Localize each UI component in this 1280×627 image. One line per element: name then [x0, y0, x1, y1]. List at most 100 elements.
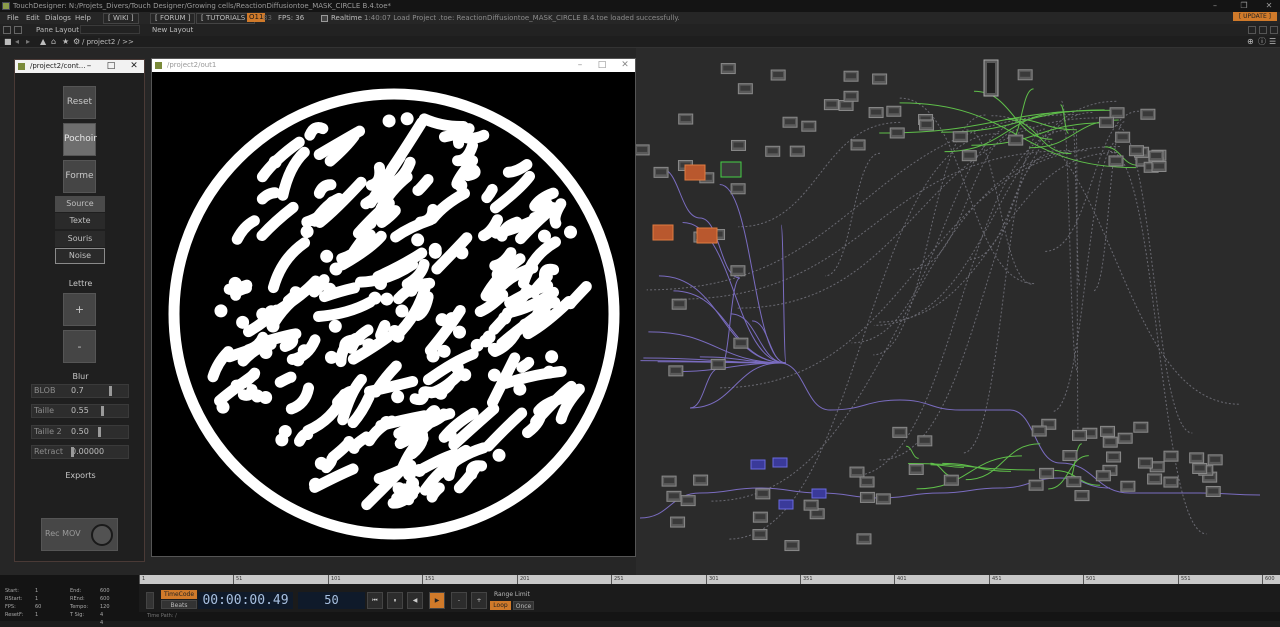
step-back-button[interactable]: ◀ — [407, 592, 423, 609]
network-node[interactable] — [862, 478, 873, 484]
souris-radio[interactable]: Souris — [55, 231, 105, 247]
network-node[interactable] — [1191, 454, 1202, 460]
blob-slider-value[interactable]: 0.7 — [71, 385, 84, 397]
network-node[interactable] — [812, 510, 823, 516]
timecode-display[interactable]: 00:00:00.49 — [198, 592, 293, 609]
rec-mov-button[interactable]: Rec MOV — [41, 518, 118, 551]
timeline-menu-icon[interactable] — [146, 592, 154, 609]
network-node[interactable] — [862, 494, 873, 500]
network-node[interactable] — [637, 146, 648, 152]
network-node[interactable] — [740, 85, 751, 91]
network-node[interactable] — [1105, 439, 1116, 445]
network-node[interactable] — [1031, 482, 1042, 488]
network-node[interactable] — [826, 101, 837, 107]
network-path[interactable]: / project2 / >> — [82, 36, 134, 48]
network-node[interactable] — [811, 488, 827, 499]
slider-knob[interactable] — [109, 386, 112, 396]
network-node[interactable] — [772, 457, 788, 468]
network-node[interactable] — [735, 340, 746, 346]
network-node[interactable] — [1076, 492, 1087, 498]
timecode-button[interactable]: TimeCode — [161, 590, 197, 599]
network-node[interactable] — [1142, 111, 1153, 117]
network-node[interactable] — [1140, 460, 1151, 466]
slider-knob[interactable] — [98, 427, 101, 437]
network-node[interactable] — [841, 102, 852, 108]
network-node[interactable] — [1117, 134, 1128, 140]
layout-presets[interactable] — [80, 25, 140, 34]
network-node[interactable] — [672, 519, 683, 525]
speed-down-button[interactable]: - — [451, 592, 467, 609]
taille-slider-value[interactable]: 0.55 — [71, 405, 89, 417]
network-node[interactable] — [720, 161, 742, 178]
network-node[interactable] — [696, 227, 718, 244]
stop-icon[interactable]: ■ — [4, 36, 12, 48]
frame-display[interactable]: 50 — [298, 592, 365, 609]
network-node[interactable] — [806, 502, 817, 508]
network-node[interactable] — [1034, 428, 1045, 434]
speed-up-button[interactable]: + — [471, 592, 487, 609]
network-node[interactable] — [723, 65, 734, 71]
network-node[interactable] — [846, 93, 857, 99]
network-node[interactable] — [1135, 424, 1146, 430]
beats-button[interactable]: Beats — [161, 600, 197, 609]
network-node[interactable] — [733, 185, 744, 191]
network-node[interactable] — [964, 152, 975, 158]
network-node[interactable] — [674, 301, 685, 307]
close-icon[interactable]: ✕ — [618, 59, 632, 72]
taille-slider[interactable]: Taille 0.55 — [31, 404, 129, 418]
maximize-icon[interactable]: ❐ — [1235, 0, 1253, 12]
network-node[interactable] — [1010, 137, 1021, 143]
network-node[interactable] — [921, 121, 932, 127]
network-node[interactable] — [767, 148, 778, 154]
network-node[interactable] — [732, 267, 743, 273]
forme-button[interactable]: Forme — [63, 160, 96, 193]
retract-slider-value[interactable]: 0.00000 — [71, 446, 104, 458]
once-button[interactable]: Once — [513, 601, 534, 610]
network-node[interactable] — [1102, 428, 1113, 434]
network-node[interactable] — [1194, 465, 1205, 471]
network-node[interactable] — [713, 361, 724, 367]
wiki-link[interactable]: [ WIKI ] — [103, 13, 139, 24]
network-node[interactable] — [1074, 432, 1085, 438]
maximize-icon[interactable]: □ — [104, 60, 118, 73]
network-node[interactable] — [785, 119, 796, 125]
network-node[interactable] — [1101, 119, 1112, 125]
network-node[interactable] — [1110, 157, 1121, 163]
pane-split-v-icon[interactable] — [1259, 26, 1267, 34]
noise-radio[interactable]: Noise — [55, 248, 105, 264]
network-node[interactable] — [1152, 463, 1163, 469]
reset-button[interactable]: Reset — [63, 86, 96, 119]
forward-icon[interactable]: ▸ — [26, 36, 30, 48]
forum-link[interactable]: [ FORUM ] — [150, 13, 196, 24]
pane-split-icon[interactable] — [14, 26, 22, 34]
back-icon[interactable]: ◂ — [15, 36, 19, 48]
network-node[interactable] — [878, 495, 889, 501]
network-node[interactable] — [1108, 453, 1119, 459]
network-node[interactable] — [911, 466, 922, 472]
pane-split-h-icon[interactable] — [1248, 26, 1256, 34]
network-node[interactable] — [754, 531, 765, 537]
network-node[interactable] — [946, 477, 957, 483]
minimize-icon[interactable]: – — [573, 59, 587, 72]
retract-slider[interactable]: Retract 0.00000 — [31, 445, 129, 459]
network-node[interactable] — [1112, 109, 1123, 115]
taille2-slider-value[interactable]: 0.50 — [71, 426, 89, 438]
network-node[interactable] — [683, 497, 694, 503]
network-node[interactable] — [871, 109, 882, 115]
network-node[interactable] — [757, 490, 768, 496]
network-node[interactable] — [652, 224, 674, 241]
zoom-icon[interactable]: ⊕ — [1247, 36, 1254, 48]
network-node[interactable] — [1020, 71, 1031, 77]
play-button[interactable]: ▶ — [429, 592, 445, 609]
network-node[interactable] — [987, 63, 995, 93]
menu-edit[interactable]: Edit — [26, 12, 40, 24]
pane-close-icon[interactable] — [1270, 26, 1278, 34]
network-node[interactable] — [1151, 153, 1162, 159]
new-layout-button[interactable]: New Layout — [152, 24, 193, 36]
menu-help[interactable]: Help — [75, 12, 91, 24]
minimize-icon[interactable]: – — [1206, 0, 1224, 12]
loop-button[interactable]: Loop — [490, 601, 511, 610]
network-node[interactable] — [1165, 479, 1176, 485]
network-node[interactable] — [955, 133, 966, 139]
network-node[interactable] — [733, 142, 744, 148]
